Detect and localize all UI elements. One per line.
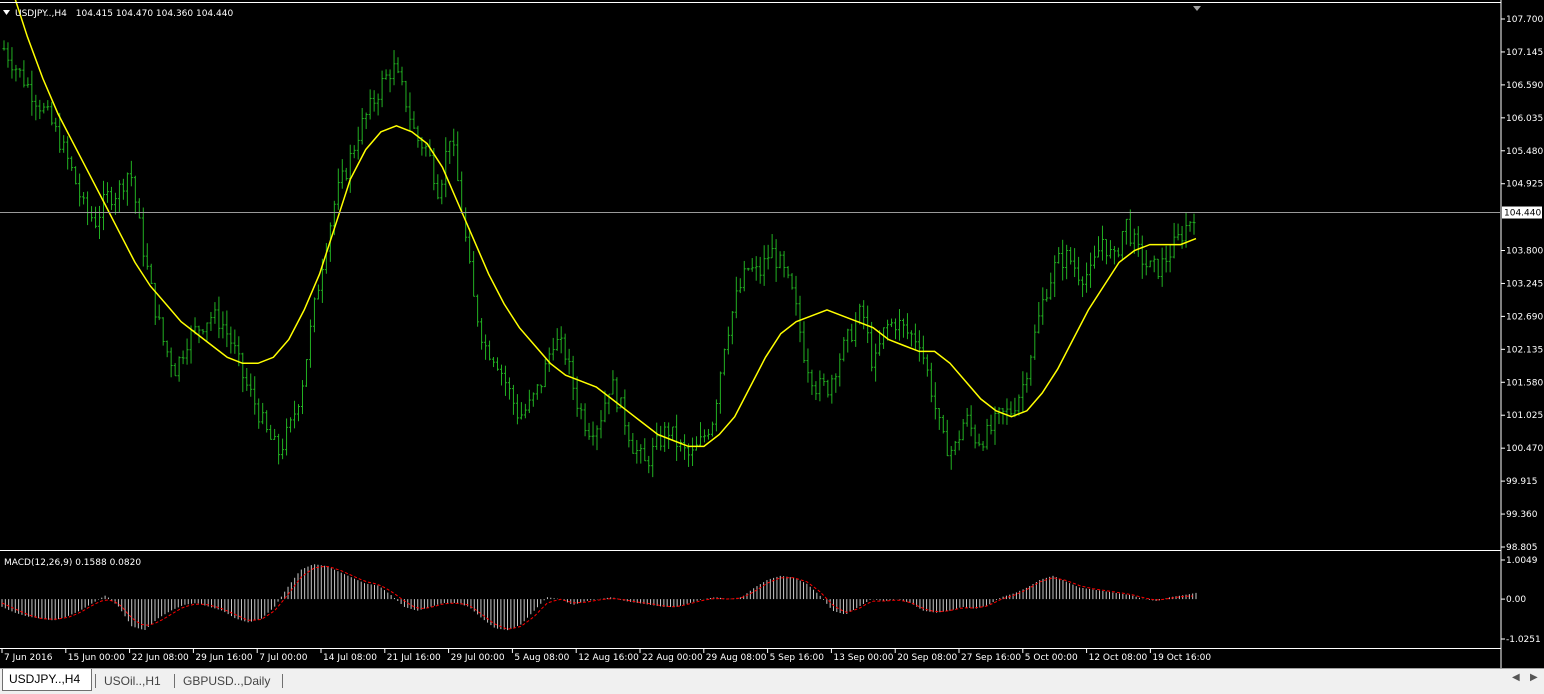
time-tick-label: 13 Sep 00:00 xyxy=(833,653,893,663)
time-tick-label: 12 Aug 16:00 xyxy=(578,653,639,663)
price-tick-label: 98.805 xyxy=(1506,543,1538,553)
price-tick-label: 102.135 xyxy=(1506,345,1543,355)
time-tick-label: 22 Aug 00:00 xyxy=(642,653,703,663)
price-tick-label: 107.145 xyxy=(1506,48,1543,58)
time-tick-label: 5 Aug 08:00 xyxy=(514,653,569,663)
time-tick-label: 29 Jun 16:00 xyxy=(195,653,252,663)
price-tick-label: 99.360 xyxy=(1506,510,1538,520)
price-tick-label: 100.470 xyxy=(1506,444,1543,454)
time-tick-label: 15 Jun 00:00 xyxy=(68,653,125,663)
symbol-header: USDJPY..,H4 104.415 104.470 104.360 104.… xyxy=(15,9,233,19)
tab-usoil-h1[interactable]: USOil..,H1 xyxy=(98,671,170,691)
time-tick-label: 20 Sep 08:00 xyxy=(897,653,957,663)
price-tick-label: 101.580 xyxy=(1506,378,1543,388)
tab-divider xyxy=(282,674,283,688)
price-tick-label: 99.915 xyxy=(1506,477,1538,487)
macd-header: MACD(12,26,9) 0.1588 0.0820 xyxy=(4,558,141,568)
price-tick-label: 105.480 xyxy=(1506,147,1543,157)
scroll-left-icon[interactable]: ◀ xyxy=(1512,672,1520,683)
tab-divider xyxy=(95,674,96,688)
price-tick-label: 104.925 xyxy=(1506,180,1543,190)
scroll-right-icon[interactable]: ▶ xyxy=(1530,672,1538,683)
price-tick-label: 103.245 xyxy=(1506,279,1543,289)
price-tick-label: 101.025 xyxy=(1506,411,1543,421)
time-tick-label: 19 Oct 16:00 xyxy=(1152,653,1211,663)
time-tick-label: 5 Sep 16:00 xyxy=(770,653,825,663)
macd-tick-label: -1.0251 xyxy=(1506,635,1541,645)
macd-tick-label: 1.0049 xyxy=(1506,556,1538,566)
current-price-label: 104.440 xyxy=(1504,209,1541,219)
chart-tab-bar: USDJPY..,H4 USOil..,H1 GBPUSD..,Daily ◀ … xyxy=(0,668,1544,694)
time-tick-label: 22 Jun 08:00 xyxy=(132,653,189,663)
tab-usdjpy-h4[interactable]: USDJPY..,H4 xyxy=(2,669,92,691)
macd-tick-label: 0.00 xyxy=(1506,595,1526,605)
tab-divider xyxy=(174,674,175,688)
price-tick-label: 106.590 xyxy=(1506,81,1543,91)
time-tick-label: 27 Sep 16:00 xyxy=(961,653,1021,663)
symbol-label: USDJPY..,H4 xyxy=(15,9,67,19)
trading-chart[interactable]: 107.700 107.145 106.590 106.035 105.480 104.9… xyxy=(0,0,1544,694)
tab-gbpusd-daily[interactable]: GBPUSD..,Daily xyxy=(177,671,279,691)
time-tick-label: 12 Oct 08:00 xyxy=(1089,653,1148,663)
time-tick-label: 5 Oct 00:00 xyxy=(1025,653,1078,663)
time-tick-label: 29 Aug 08:00 xyxy=(706,653,767,663)
price-tick-label: 107.700 xyxy=(1506,15,1543,25)
time-tick-label: 7 Jul 00:00 xyxy=(259,653,308,663)
ohlc-values: 104.415 104.470 104.360 104.440 xyxy=(76,9,234,19)
time-tick-label: 21 Jul 16:00 xyxy=(387,653,441,663)
price-tick-label: 106.035 xyxy=(1506,114,1543,124)
price-tick-label: 102.690 xyxy=(1506,312,1543,322)
price-tick-label: 103.800 xyxy=(1506,247,1543,257)
time-tick-label: 29 Jul 00:00 xyxy=(451,653,505,663)
time-tick-label: 14 Jul 08:00 xyxy=(323,653,377,663)
time-tick-label: 7 Jun 2016 xyxy=(4,653,53,663)
